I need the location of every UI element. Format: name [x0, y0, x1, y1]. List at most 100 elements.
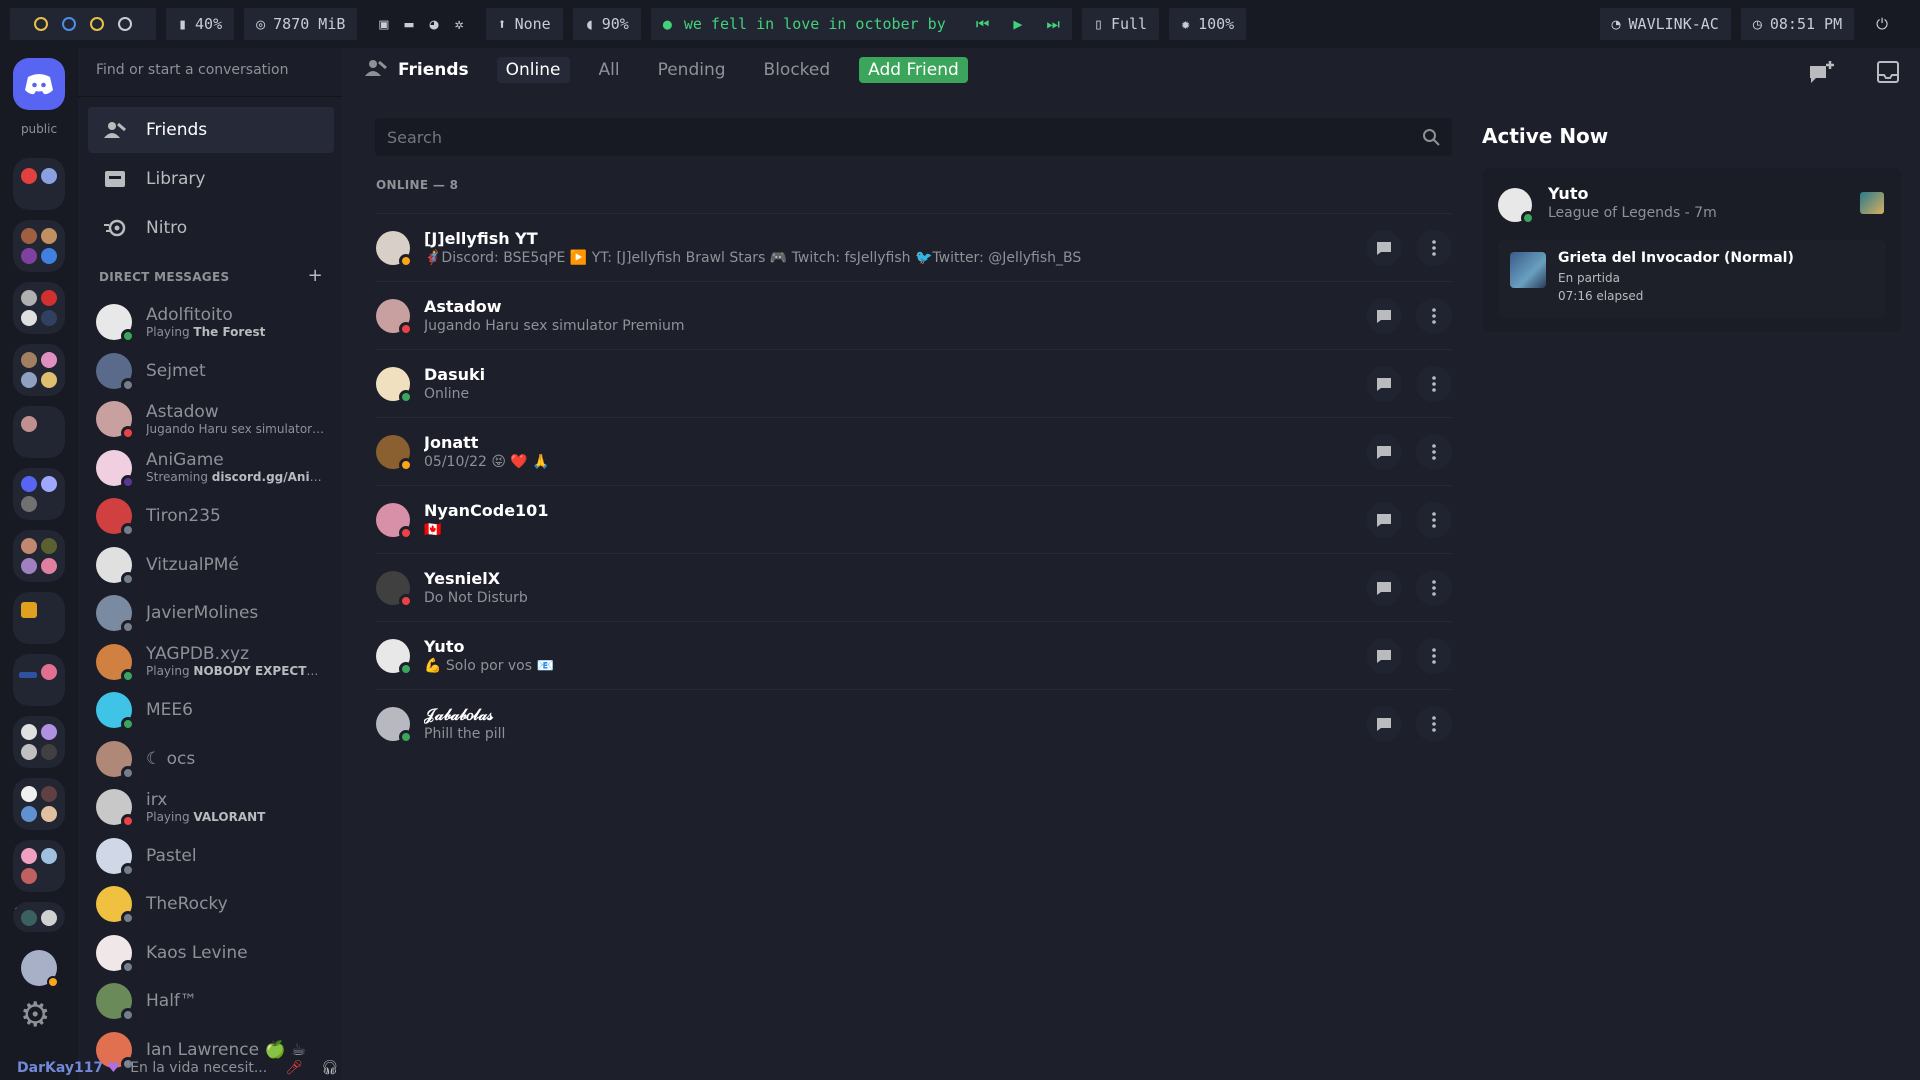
home-button[interactable]	[13, 58, 65, 110]
dm-item[interactable]: Adolfitoito Playing The Forest	[96, 298, 336, 346]
avatar	[376, 230, 413, 268]
friend-row[interactable]: [J]ellyfish YT 🦸Discord: BSE5qPE ▶️ YT: […	[376, 213, 1452, 281]
activity-card[interactable]: Yuto League of Legends - 7m Grieta del I…	[1482, 168, 1902, 332]
more-options-icon[interactable]	[1416, 229, 1452, 266]
mute-icon[interactable]: 🎤︎	[285, 1060, 303, 1076]
firefox-icon[interactable]: ◕	[429, 15, 438, 33]
status-indicator	[121, 765, 135, 780]
new-group-dm-icon[interactable]	[1808, 60, 1836, 86]
server-folder[interactable]	[13, 778, 65, 830]
dm-item[interactable]: Astadow Jugando Haru sex simulator Pr...	[96, 395, 336, 443]
dm-item[interactable]: irx Playing VALORANT	[96, 783, 336, 831]
folder-icon[interactable]: ▬	[404, 15, 413, 33]
dm-item[interactable]: Tiron235	[96, 492, 336, 540]
message-icon[interactable]	[1366, 501, 1402, 538]
dm-name: Tiron235	[146, 506, 221, 526]
tab-online[interactable]: Online	[496, 57, 570, 83]
brightness-widget[interactable]: ✹ 100%	[1169, 8, 1247, 40]
dm-item[interactable]: Pastel	[96, 832, 336, 880]
dm-item[interactable]: ☾ ocs	[96, 735, 336, 783]
server-folder[interactable]	[13, 902, 65, 932]
friend-row[interactable]: YesnielX Do Not Disturb	[376, 553, 1452, 621]
headphones-icon[interactable]: 🎧︎	[321, 1060, 339, 1076]
dm-name: ☾ ocs	[146, 748, 196, 769]
user-avatar[interactable]	[21, 950, 59, 988]
dm-item[interactable]: Sejmet	[96, 347, 336, 395]
friend-row[interactable]: Yuto 💪 Solo por vos 📧	[376, 621, 1452, 689]
play-icon[interactable]: ▶	[1013, 15, 1022, 33]
message-icon[interactable]	[1366, 705, 1402, 742]
dm-item[interactable]: YAGPDB.xyz Playing NOBODY EXPECTS T...	[96, 638, 336, 686]
workspace-dot[interactable]	[34, 17, 48, 31]
workspace-dot[interactable]	[118, 17, 132, 31]
message-icon[interactable]	[1366, 433, 1402, 470]
wifi-widget[interactable]: ◔ WAVLINK-AC	[1599, 8, 1731, 40]
server-folder[interactable]	[13, 282, 65, 334]
nav-nitro[interactable]: Nitro	[88, 205, 334, 251]
inbox-icon[interactable]	[1876, 60, 1900, 84]
nav-library[interactable]: Library	[88, 156, 334, 202]
server-icon[interactable]	[13, 406, 65, 458]
power-button[interactable]: ⏻	[1864, 8, 1900, 40]
server-folder[interactable]	[13, 468, 65, 520]
previous-track-icon[interactable]: ⏮	[976, 15, 990, 33]
message-icon[interactable]	[1366, 637, 1402, 674]
status-bar: ▮ 40% ◎ 7870 MiB ▣ ▬ ◕ ✲ ⬆ None ◖ 90% ● …	[0, 0, 1920, 48]
server-folder[interactable]	[13, 158, 65, 210]
more-options-icon[interactable]	[1416, 637, 1452, 674]
message-icon[interactable]	[1366, 229, 1402, 266]
activity-avatar[interactable]	[1498, 188, 1535, 225]
wifi-icon: ◔	[1611, 15, 1621, 33]
avatar	[376, 298, 413, 336]
friend-row[interactable]: NyanCode101 🇨🇦	[376, 485, 1452, 553]
tab-all[interactable]: All	[590, 57, 629, 83]
friend-row[interactable]: Jonatt 05/10/22 😝 ❤️ 🙏	[376, 417, 1452, 485]
more-options-icon[interactable]	[1416, 297, 1452, 334]
more-options-icon[interactable]	[1416, 365, 1452, 402]
server-folder[interactable]	[13, 530, 65, 582]
tab-blocked[interactable]: Blocked	[755, 57, 840, 83]
more-options-icon[interactable]	[1416, 501, 1452, 538]
dm-item[interactable]: VitzualPMé	[96, 541, 336, 589]
friends-search-input[interactable]: Search	[375, 118, 1452, 156]
friend-row[interactable]: Astadow Jugando Haru sex simulator Premiu…	[376, 281, 1452, 349]
dm-item[interactable]: Half™	[96, 977, 336, 1025]
friends-main: Friends Online All Pending Blocked Add F…	[342, 48, 1482, 1080]
add-dm-icon[interactable]: +	[308, 267, 323, 285]
tab-pending[interactable]: Pending	[649, 57, 735, 83]
server-folder[interactable]	[13, 220, 65, 272]
server-folder[interactable]	[13, 840, 65, 892]
friend-status: 🇨🇦	[424, 521, 442, 538]
server-folder[interactable]	[13, 716, 65, 768]
dm-item[interactable]: MEE6	[96, 686, 336, 734]
workspace-dot[interactable]	[62, 17, 76, 31]
updates-value: None	[514, 15, 551, 33]
dm-search-input[interactable]: Find or start a conversation	[96, 62, 288, 78]
status-indicator	[121, 1008, 135, 1022]
message-icon[interactable]	[1366, 365, 1402, 402]
more-options-icon[interactable]	[1416, 433, 1452, 470]
friend-row[interactable]: 𝒥𝒶𝒷𝒶𝒷𝑜𝓁𝒶𝓈 Phill the pill	[376, 689, 1452, 757]
next-track-icon[interactable]: ⏭	[1046, 15, 1060, 33]
add-friend-button[interactable]: Add Friend	[859, 57, 968, 83]
dm-item[interactable]: TheRocky	[96, 880, 336, 928]
workspace-dot[interactable]	[90, 17, 104, 31]
dm-item[interactable]: AniGameStreaming discord.gg/AniGame	[96, 444, 336, 492]
terminal-icon[interactable]: ▣	[379, 15, 388, 33]
settings-icon[interactable]: ✲	[455, 15, 464, 33]
server-folder[interactable]	[13, 654, 65, 706]
more-options-icon[interactable]	[1416, 569, 1452, 606]
server-folder[interactable]	[13, 344, 65, 396]
message-icon[interactable]	[1366, 569, 1402, 606]
more-options-icon[interactable]	[1416, 705, 1452, 742]
dm-activity-prefix: Playing	[146, 664, 194, 678]
dm-name: YAGPDB.xyz	[146, 644, 250, 664]
friend-row[interactable]: Dasuki Online	[376, 349, 1452, 417]
dm-item[interactable]: JavierMolines	[96, 589, 336, 637]
nav-friends[interactable]: Friends	[88, 107, 334, 153]
dm-item[interactable]: Kaos Levine	[96, 929, 336, 977]
server-icon[interactable]	[13, 592, 65, 644]
settings-gear-icon[interactable]: ⚙	[20, 998, 50, 1032]
message-icon[interactable]	[1366, 297, 1402, 334]
volume-widget[interactable]: ◖ 90%	[572, 8, 641, 40]
